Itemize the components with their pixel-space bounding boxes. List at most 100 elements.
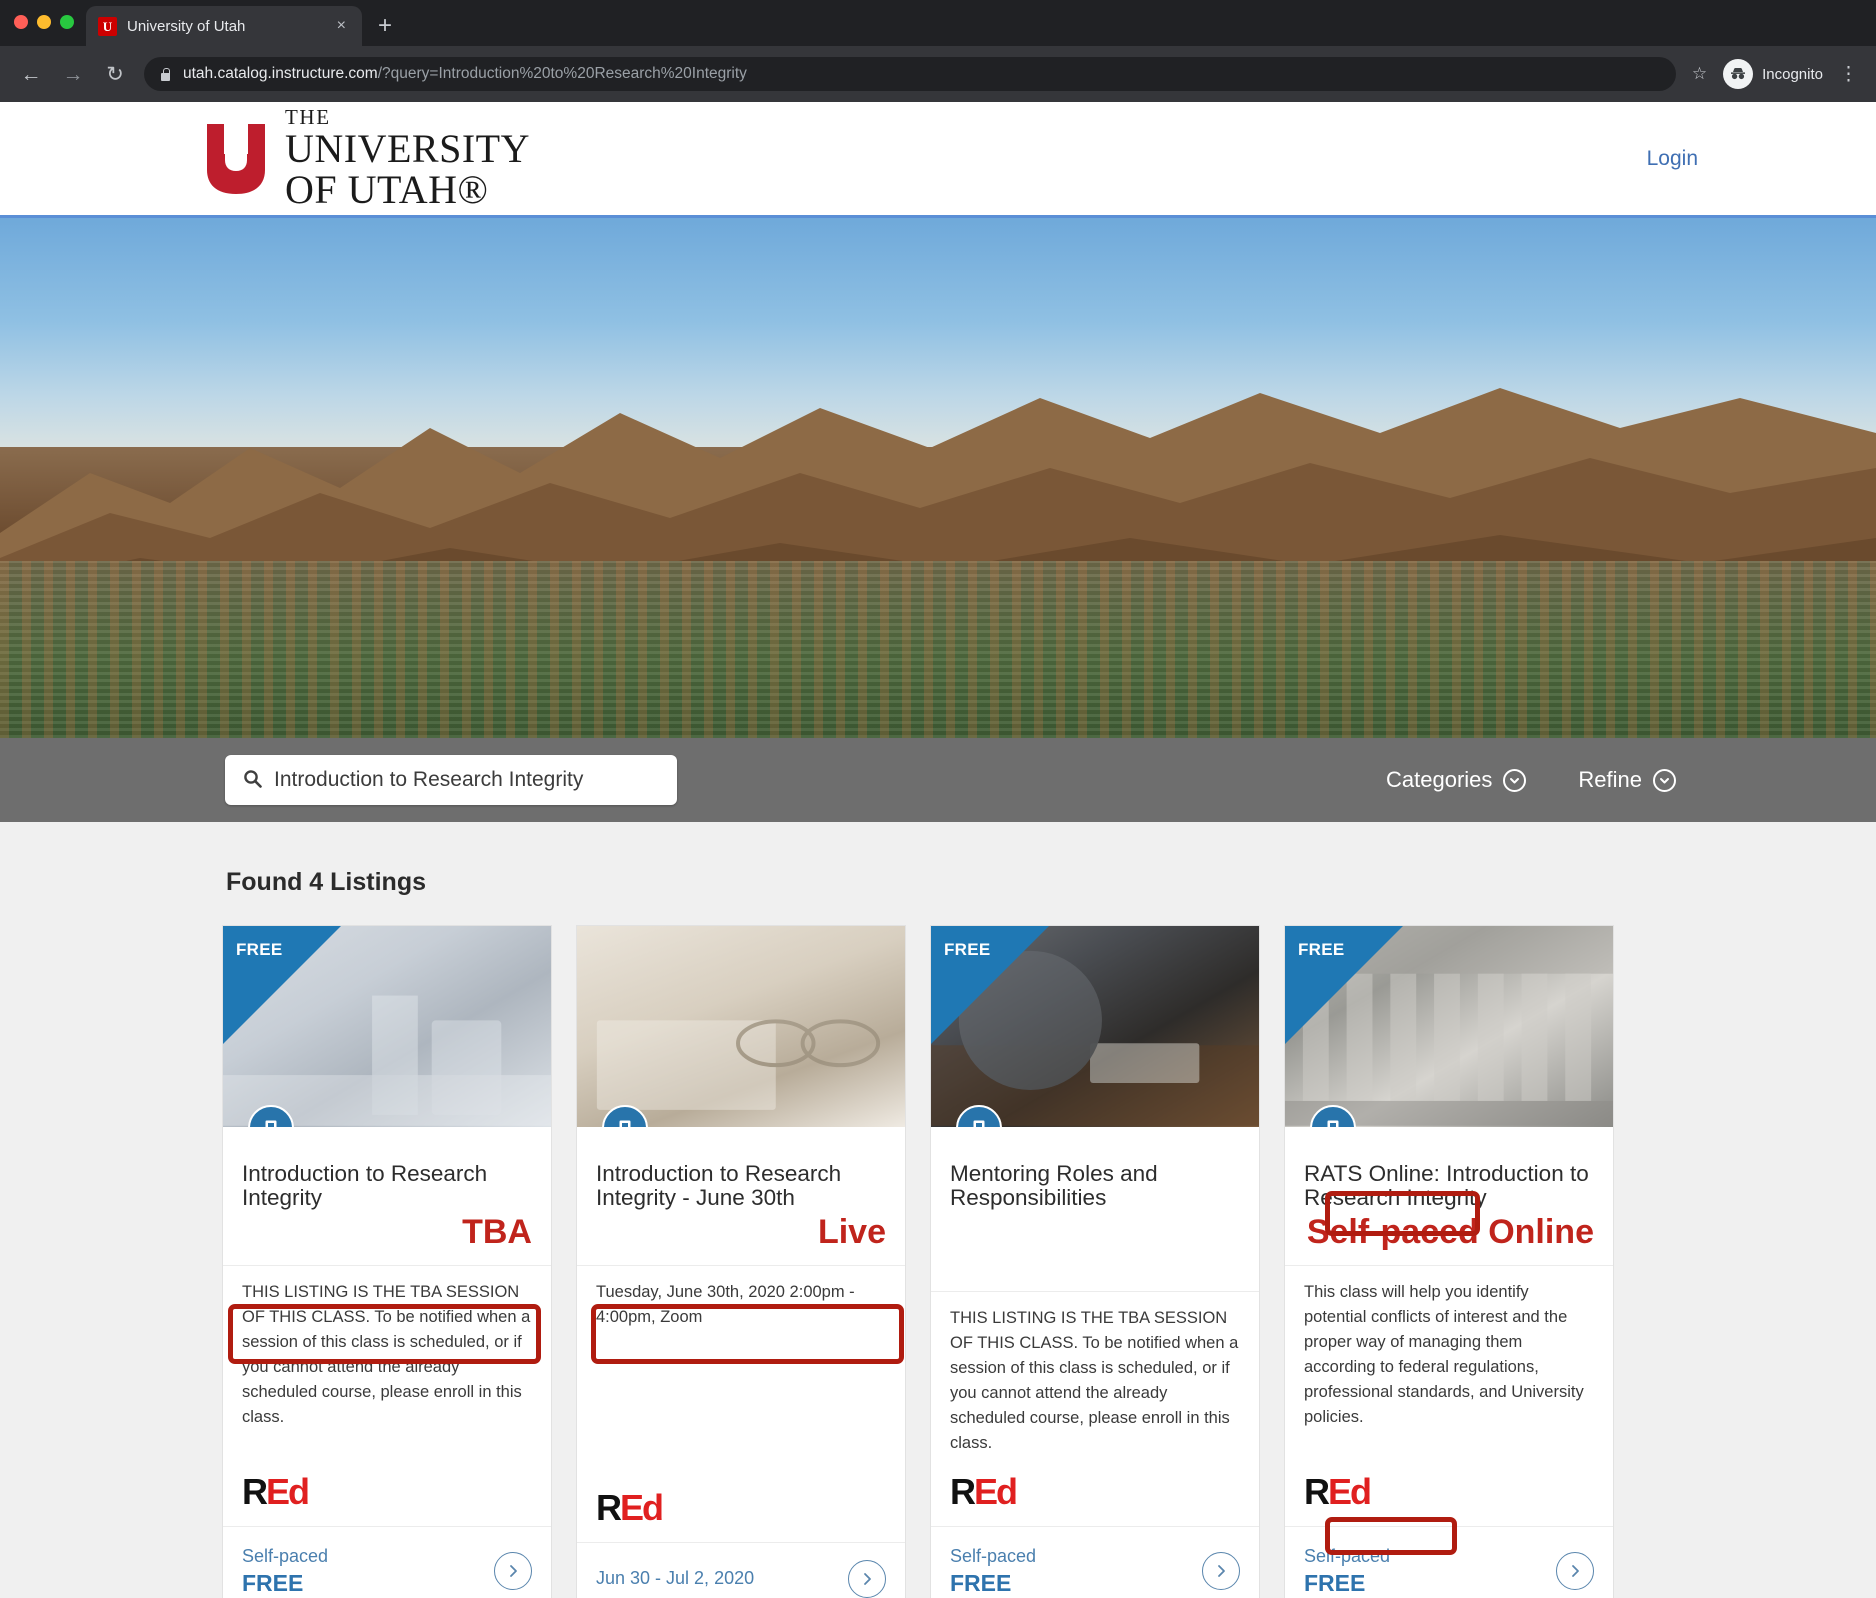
lock-icon bbox=[160, 67, 171, 81]
listing-footer[interactable]: Jun 30 - Jul 2, 2020 bbox=[577, 1541, 905, 1598]
logo-line-university: UNIVERSITY bbox=[285, 126, 530, 171]
chevron-right-icon[interactable] bbox=[1556, 1551, 1594, 1590]
listing-card[interactable]: FREE RATS Online: Introduction to Resear… bbox=[1284, 925, 1614, 1598]
chevron-right-icon[interactable] bbox=[1202, 1551, 1240, 1590]
new-tab-icon[interactable]: + bbox=[378, 14, 392, 38]
brand-letters-ed: Ed bbox=[620, 1486, 664, 1528]
chevron-right-icon[interactable] bbox=[848, 1559, 886, 1598]
brand-letters-ed: Ed bbox=[1328, 1471, 1372, 1513]
listing-pace: Self-paced bbox=[1304, 1546, 1391, 1567]
red-brand-logo: REd bbox=[577, 1472, 905, 1542]
brand-letters-ed: Ed bbox=[974, 1471, 1018, 1513]
search-filter-bar: Categories Refine bbox=[0, 738, 1876, 822]
hero-banner-image bbox=[0, 218, 1876, 738]
listing-card[interactable]: Introduction to Research Integrity - Jun… bbox=[576, 925, 906, 1598]
refine-label: Refine bbox=[1578, 767, 1642, 792]
url-text: utah.catalog.instructure.com/?query=Intr… bbox=[183, 65, 747, 83]
hero-cityscape bbox=[0, 561, 1876, 738]
listing-card[interactable]: FREE Introduction to Research Integrity … bbox=[222, 925, 552, 1598]
listing-dates: Jun 30 - Jul 2, 2020 bbox=[596, 1568, 755, 1589]
listing-body: Introduction to Research Integrity TBA bbox=[223, 1127, 551, 1251]
listing-title: Mentoring Roles and Responsibilities bbox=[950, 1161, 1158, 1211]
refine-dropdown[interactable]: Refine bbox=[1578, 767, 1676, 793]
red-brand-logo: REd bbox=[1285, 1456, 1613, 1526]
listing-subtitle: Live bbox=[817, 1213, 886, 1252]
bookmark-star-icon[interactable]: ☆ bbox=[1692, 64, 1707, 84]
brand-letter-r: R bbox=[1304, 1471, 1330, 1513]
listing-title: Introduction to Research Integrity bbox=[242, 1161, 488, 1211]
login-link[interactable]: Login bbox=[1647, 147, 1698, 171]
listing-price: FREE bbox=[950, 1569, 1012, 1596]
listing-description: Tuesday, June 30th, 2020 2:00pm - 4:00pm… bbox=[596, 1282, 855, 1326]
tab-strip: U University of Utah × + bbox=[0, 0, 1876, 46]
red-brand-logo: REd bbox=[931, 1456, 1259, 1526]
listing-pace: Self-paced bbox=[242, 1546, 329, 1567]
close-window-button[interactable] bbox=[14, 15, 28, 29]
listing-body: Mentoring Roles and Responsibilities bbox=[931, 1127, 1259, 1239]
listing-card-grid: FREE Introduction to Research Integrity … bbox=[222, 925, 1876, 1598]
browser-window: U University of Utah × + ← → ↻ utah.cata… bbox=[0, 0, 1876, 1598]
listing-footer[interactable]: Self-paced FREE bbox=[1285, 1526, 1613, 1598]
categories-label: Categories bbox=[1386, 767, 1493, 792]
red-brand-logo: REd bbox=[223, 1456, 551, 1526]
maximize-window-button[interactable] bbox=[60, 15, 74, 29]
results-section: Found 4 Listings FREE Introduction to Re… bbox=[0, 822, 1876, 1598]
university-logo[interactable]: THE UNIVERSITY OF UTAH® bbox=[205, 107, 530, 210]
page-viewport: THE UNIVERSITY OF UTAH® Login Introducti… bbox=[0, 102, 1876, 1598]
address-bar[interactable]: utah.catalog.instructure.com/?query=Intr… bbox=[144, 57, 1676, 91]
listing-image: FREE bbox=[931, 926, 1259, 1127]
brand-letters-ed: Ed bbox=[266, 1471, 310, 1513]
free-badge-label: FREE bbox=[236, 940, 283, 959]
listing-subtitle: Self-paced Online bbox=[1306, 1213, 1594, 1252]
free-badge-label: FREE bbox=[944, 940, 991, 959]
chevron-down-icon bbox=[1503, 768, 1527, 792]
listing-body: Introduction to Research Integrity - Jun… bbox=[577, 1127, 905, 1251]
filter-controls: Categories Refine bbox=[1386, 767, 1676, 793]
window-controls[interactable] bbox=[14, 15, 74, 29]
listing-title: Introduction to Research Integrity - Jun… bbox=[596, 1161, 842, 1211]
listing-footer-text: Self-paced FREE bbox=[950, 1544, 1036, 1597]
listing-price: FREE bbox=[1304, 1569, 1366, 1596]
search-input[interactable] bbox=[274, 768, 659, 792]
listing-card[interactable]: FREE Mentoring Roles and Responsibilitie… bbox=[930, 925, 1260, 1598]
brand-letter-r: R bbox=[950, 1471, 976, 1513]
search-icon bbox=[243, 769, 262, 792]
brand-letter-r: R bbox=[242, 1471, 268, 1513]
search-box[interactable] bbox=[225, 755, 677, 805]
browser-tab[interactable]: U University of Utah × bbox=[86, 6, 362, 46]
favicon-utah-icon: U bbox=[98, 16, 117, 36]
omnibox-bar: ← → ↻ utah.catalog.instructure.com/?quer… bbox=[0, 46, 1876, 102]
browser-menu-icon[interactable]: ⋮ bbox=[1839, 65, 1858, 84]
url-domain: utah.catalog.instructure.com bbox=[183, 65, 378, 82]
free-badge-label: FREE bbox=[1298, 940, 1345, 959]
chevron-right-icon[interactable] bbox=[494, 1551, 532, 1590]
chevron-down-icon bbox=[1653, 768, 1676, 792]
listing-price: FREE bbox=[242, 1569, 304, 1596]
listing-description: This class will help you identify potent… bbox=[1304, 1282, 1584, 1427]
listing-title: RATS Online: Introduction to Research In… bbox=[1304, 1161, 1589, 1211]
listing-subtitle: TBA bbox=[462, 1213, 532, 1252]
forward-icon[interactable]: → bbox=[60, 64, 86, 85]
listing-footer-text: Self-paced FREE bbox=[1304, 1544, 1390, 1597]
categories-dropdown[interactable]: Categories bbox=[1386, 767, 1527, 793]
logo-line-the: THE bbox=[285, 105, 331, 129]
listing-footer-text: Jun 30 - Jul 2, 2020 bbox=[596, 1566, 754, 1590]
brand-letter-r: R bbox=[596, 1486, 622, 1528]
listing-description: THIS LISTING IS THE TBA SESSION OF THIS … bbox=[242, 1282, 531, 1427]
back-icon[interactable]: ← bbox=[18, 64, 44, 85]
listing-pace: Self-paced bbox=[950, 1546, 1037, 1567]
reload-icon[interactable]: ↻ bbox=[102, 64, 128, 85]
utah-u-block-icon bbox=[205, 122, 267, 196]
results-heading: Found 4 Listings bbox=[226, 868, 426, 896]
listing-footer-text: Self-paced FREE bbox=[242, 1544, 328, 1597]
listing-image: FREE bbox=[223, 926, 551, 1127]
close-tab-icon[interactable]: × bbox=[333, 16, 350, 36]
listing-description: THIS LISTING IS THE TBA SESSION OF THIS … bbox=[950, 1309, 1239, 1453]
incognito-icon bbox=[1723, 59, 1754, 89]
minimize-window-button[interactable] bbox=[37, 15, 51, 29]
incognito-indicator[interactable]: Incognito bbox=[1723, 59, 1823, 89]
listing-image bbox=[577, 926, 905, 1127]
incognito-label: Incognito bbox=[1762, 65, 1823, 83]
listing-footer[interactable]: Self-paced FREE bbox=[931, 1526, 1259, 1598]
listing-footer[interactable]: Self-paced FREE bbox=[223, 1526, 551, 1598]
